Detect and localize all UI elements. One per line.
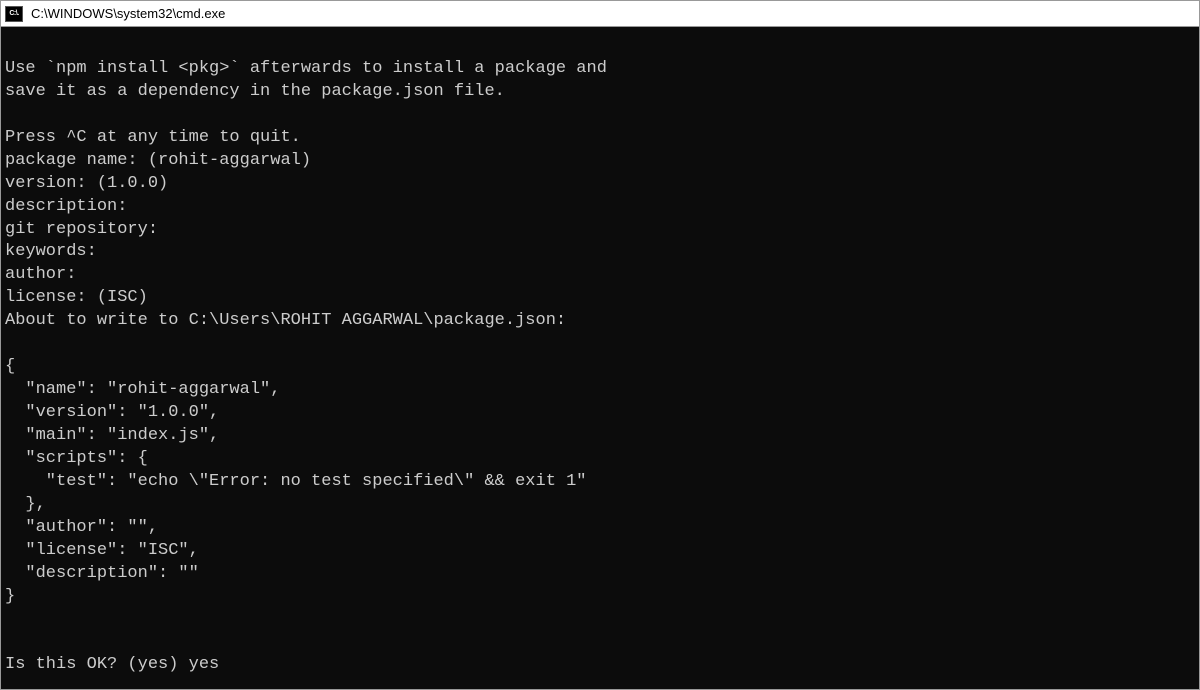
cmd-window: C:\. C:\WINDOWS\system32\cmd.exe Use `np… <box>0 0 1200 690</box>
terminal-line: } <box>5 587 15 606</box>
terminal-line: "scripts": { <box>5 449 148 468</box>
terminal-line: git repository: <box>5 220 158 239</box>
window-title: C:\WINDOWS\system32\cmd.exe <box>31 6 225 21</box>
terminal-line: }, <box>5 495 46 514</box>
terminal-line: package name: (rohit-aggarwal) <box>5 151 311 170</box>
title-bar[interactable]: C:\. C:\WINDOWS\system32\cmd.exe <box>1 1 1199 27</box>
terminal-line: "main": "index.js", <box>5 426 219 445</box>
terminal-line: Is this OK? (yes) yes <box>5 655 219 674</box>
terminal-line: "author": "", <box>5 518 158 537</box>
terminal-line: "version": "1.0.0", <box>5 403 219 422</box>
terminal-line: "description": "" <box>5 564 199 583</box>
terminal-line: About to write to C:\Users\ROHIT AGGARWA… <box>5 311 566 330</box>
terminal-line: author: <box>5 265 76 284</box>
cmd-icon: C:\. <box>5 6 23 22</box>
terminal-line: "license": "ISC", <box>5 541 199 560</box>
terminal-line: "name": "rohit-aggarwal", <box>5 380 280 399</box>
terminal-line: { <box>5 357 15 376</box>
terminal-output[interactable]: Use `npm install <pkg>` afterwards to in… <box>1 27 1199 689</box>
terminal-line: Use `npm install <pkg>` afterwards to in… <box>5 59 607 78</box>
terminal-line: version: (1.0.0) <box>5 174 168 193</box>
terminal-line: keywords: <box>5 242 97 261</box>
terminal-line: Press ^C at any time to quit. <box>5 128 301 147</box>
terminal-line: "test": "echo \"Error: no test specified… <box>5 472 587 491</box>
terminal-line: description: <box>5 197 127 216</box>
terminal-line: license: (ISC) <box>5 288 148 307</box>
terminal-line: save it as a dependency in the package.j… <box>5 82 505 101</box>
